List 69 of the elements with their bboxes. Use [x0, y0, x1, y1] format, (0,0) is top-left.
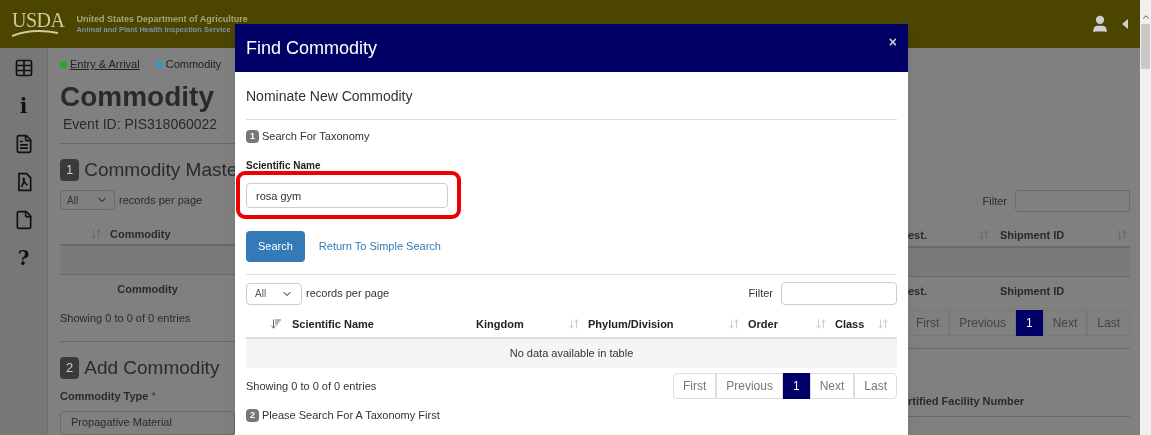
sort-icon[interactable]	[815, 318, 827, 330]
column-header[interactable]: est.	[908, 226, 978, 244]
column-footer: Commodity	[117, 281, 178, 298]
pagination-button[interactable]: Previous	[949, 310, 1016, 336]
page-size-select[interactable]: All	[246, 282, 302, 305]
pagination-button[interactable]: First	[672, 373, 717, 399]
sort-descending-icon[interactable]	[270, 318, 282, 330]
search-button[interactable]: Search	[246, 231, 305, 262]
table-info: Showing 0 to 0 of 0 entries	[246, 378, 377, 394]
sort-icon[interactable]	[877, 318, 889, 330]
page-title: Commodity	[60, 79, 215, 114]
step-label: Please Search For A Taxonomy First	[262, 408, 440, 423]
section-title: Add Commodity	[84, 355, 220, 380]
logo-field-icon	[12, 30, 58, 38]
page-size-select[interactable]: All	[60, 190, 115, 210]
field-label: Commodity Type	[60, 389, 149, 404]
scientific-name-field[interactable]: rosa gym	[246, 183, 448, 208]
commodity-type-select[interactable]: Propagative Material	[60, 410, 235, 435]
event-id: Event ID: PIS318060022	[63, 114, 219, 134]
pagination-button[interactable]: Next	[809, 373, 855, 399]
pagination-button[interactable]: Previous	[716, 373, 783, 399]
empty-table-message: No data available in table	[509, 346, 634, 362]
pagination-button[interactable]: 1	[782, 373, 810, 399]
pagination-button[interactable]: First	[908, 310, 950, 336]
pagination-button[interactable]: 1	[1015, 310, 1043, 336]
dialog-title: Find Commodity	[246, 36, 378, 60]
step-number: 1	[246, 129, 259, 143]
scrollbar[interactable]	[1140, 0, 1151, 435]
column-footer: Shipment ID	[1000, 283, 1065, 300]
sort-icon[interactable]	[568, 318, 580, 330]
pagination-button[interactable]: Last	[854, 373, 897, 399]
simple-search-link[interactable]: Return To Simple Search	[318, 238, 441, 255]
page-size-label: records per page	[306, 286, 390, 302]
table-icon[interactable]	[13, 58, 34, 78]
step-number: 2	[246, 408, 259, 422]
step-label: Search For Taxonomy	[262, 129, 370, 144]
column-header[interactable]: Class	[835, 315, 877, 333]
field-label: rtified Facility Number	[908, 394, 1026, 409]
column-header[interactable]: Scientific Name	[292, 315, 476, 333]
info-icon[interactable]: i	[19, 96, 28, 116]
column-header[interactable]: Order	[748, 315, 815, 333]
column-footer: est.	[908, 283, 1000, 300]
dialog-subtitle: Nominate New Commodity	[246, 87, 414, 106]
close-button[interactable]: ×	[888, 31, 897, 53]
user-icon[interactable]	[1090, 14, 1110, 34]
pagination-button[interactable]: Last	[1087, 310, 1130, 336]
page-size-label: records per page	[119, 192, 203, 208]
column-header[interactable]: Phylum/Division	[588, 315, 728, 333]
table-info: Showing 0 to 0 of 0 entries	[60, 311, 192, 326]
agency-logo: USDA	[12, 10, 65, 30]
column-header[interactable]: Commodity	[110, 225, 171, 243]
scroll-up-icon[interactable]	[1140, 12, 1151, 22]
help-icon[interactable]: ?	[17, 248, 30, 268]
breadcrumb-link[interactable]: Entry & Arrival	[70, 56, 140, 73]
section-number: 2	[60, 357, 80, 379]
breadcrumb-link[interactable]: Commodity	[165, 56, 222, 73]
column-header[interactable]: Shipment ID	[1000, 226, 1116, 244]
section-number: 1	[60, 159, 80, 181]
column-header[interactable]: Kingdom	[476, 315, 568, 333]
caret-left-icon[interactable]	[1122, 19, 1128, 29]
section-title: Commodity Maste	[84, 157, 238, 182]
pagination-button[interactable]: Next	[1042, 310, 1088, 336]
filter-label: Filter	[982, 193, 1007, 209]
agency-name: United States Department of Agriculture	[76, 13, 248, 25]
field-label: Scientific Name	[246, 160, 322, 171]
scrollbar-thumb[interactable]	[1141, 24, 1150, 69]
required-mark: *	[151, 389, 156, 404]
sort-icon[interactable]	[728, 318, 740, 330]
filter-label: Filter	[748, 286, 773, 302]
